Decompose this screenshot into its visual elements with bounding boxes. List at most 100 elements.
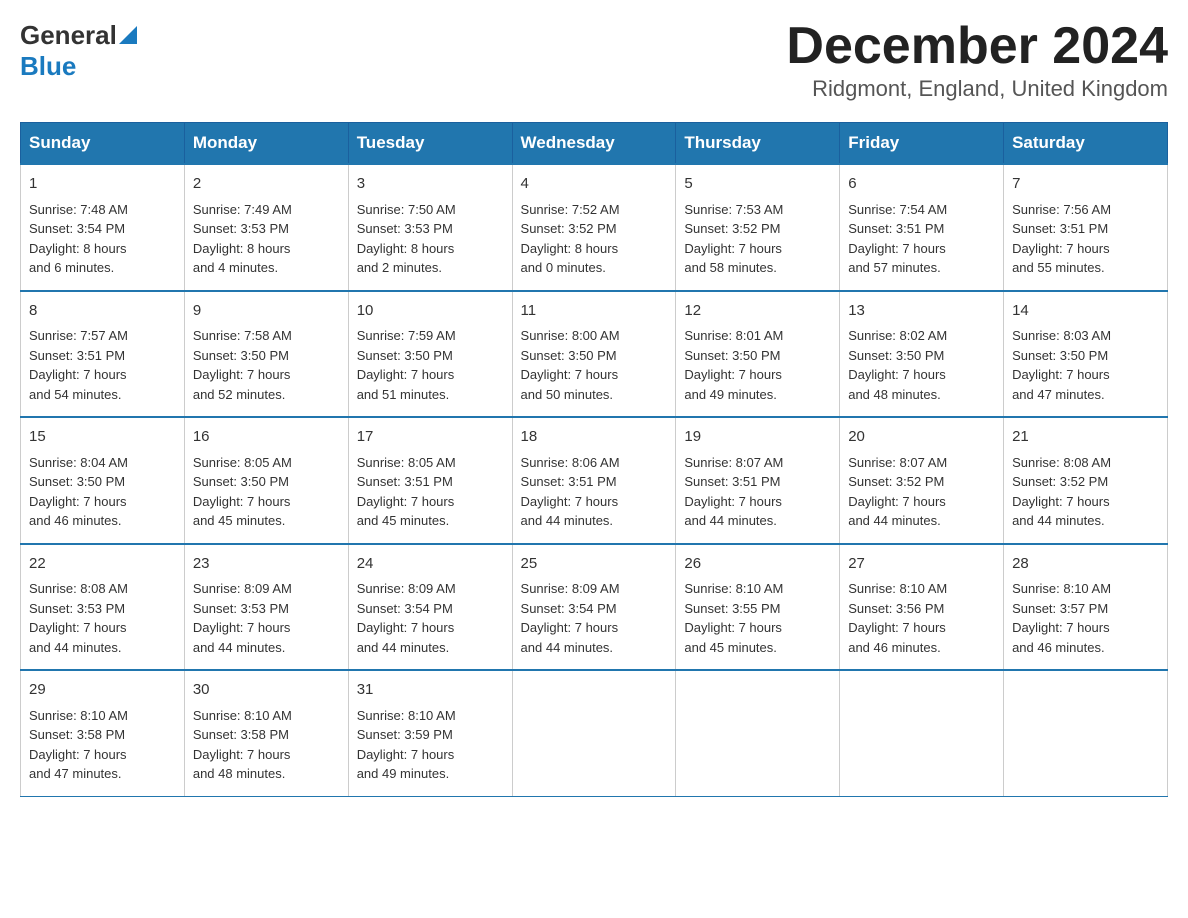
- calendar-day-cell: 7 Sunrise: 7:56 AMSunset: 3:51 PMDayligh…: [1004, 164, 1168, 291]
- calendar-day-cell: 10 Sunrise: 7:59 AMSunset: 3:50 PMDaylig…: [348, 291, 512, 418]
- day-info: Sunrise: 7:48 AMSunset: 3:54 PMDaylight:…: [29, 200, 176, 278]
- calendar-day-cell: 6 Sunrise: 7:54 AMSunset: 3:51 PMDayligh…: [840, 164, 1004, 291]
- calendar-day-cell: 3 Sunrise: 7:50 AMSunset: 3:53 PMDayligh…: [348, 164, 512, 291]
- weekday-header: Monday: [184, 123, 348, 165]
- day-info: Sunrise: 8:01 AMSunset: 3:50 PMDaylight:…: [684, 326, 831, 404]
- day-info: Sunrise: 8:07 AMSunset: 3:51 PMDaylight:…: [684, 453, 831, 531]
- day-number: 28: [1012, 553, 1159, 576]
- weekday-header-row: SundayMondayTuesdayWednesdayThursdayFrid…: [21, 123, 1168, 165]
- day-number: 8: [29, 300, 176, 323]
- day-info: Sunrise: 7:59 AMSunset: 3:50 PMDaylight:…: [357, 326, 504, 404]
- day-number: 29: [29, 679, 176, 702]
- calendar-day-cell: 27 Sunrise: 8:10 AMSunset: 3:56 PMDaylig…: [840, 544, 1004, 671]
- day-info: Sunrise: 8:10 AMSunset: 3:58 PMDaylight:…: [193, 706, 340, 784]
- day-number: 20: [848, 426, 995, 449]
- day-info: Sunrise: 8:05 AMSunset: 3:50 PMDaylight:…: [193, 453, 340, 531]
- calendar-week-row: 8 Sunrise: 7:57 AMSunset: 3:51 PMDayligh…: [21, 291, 1168, 418]
- day-number: 27: [848, 553, 995, 576]
- calendar-day-cell: [512, 670, 676, 796]
- day-number: 9: [193, 300, 340, 323]
- calendar-day-cell: 8 Sunrise: 7:57 AMSunset: 3:51 PMDayligh…: [21, 291, 185, 418]
- day-number: 19: [684, 426, 831, 449]
- day-number: 5: [684, 173, 831, 196]
- weekday-header: Wednesday: [512, 123, 676, 165]
- logo-blue-text: Blue: [20, 51, 76, 82]
- day-info: Sunrise: 7:57 AMSunset: 3:51 PMDaylight:…: [29, 326, 176, 404]
- location-subtitle: Ridgmont, England, United Kingdom: [786, 76, 1168, 102]
- day-info: Sunrise: 8:00 AMSunset: 3:50 PMDaylight:…: [521, 326, 668, 404]
- calendar-day-cell: 28 Sunrise: 8:10 AMSunset: 3:57 PMDaylig…: [1004, 544, 1168, 671]
- day-number: 23: [193, 553, 340, 576]
- calendar-day-cell: 18 Sunrise: 8:06 AMSunset: 3:51 PMDaylig…: [512, 417, 676, 544]
- calendar-day-cell: [1004, 670, 1168, 796]
- day-info: Sunrise: 7:58 AMSunset: 3:50 PMDaylight:…: [193, 326, 340, 404]
- calendar-day-cell: 4 Sunrise: 7:52 AMSunset: 3:52 PMDayligh…: [512, 164, 676, 291]
- day-info: Sunrise: 8:04 AMSunset: 3:50 PMDaylight:…: [29, 453, 176, 531]
- calendar-day-cell: 21 Sunrise: 8:08 AMSunset: 3:52 PMDaylig…: [1004, 417, 1168, 544]
- calendar-day-cell: [840, 670, 1004, 796]
- day-number: 12: [684, 300, 831, 323]
- day-info: Sunrise: 8:09 AMSunset: 3:53 PMDaylight:…: [193, 579, 340, 657]
- day-number: 18: [521, 426, 668, 449]
- calendar-day-cell: 17 Sunrise: 8:05 AMSunset: 3:51 PMDaylig…: [348, 417, 512, 544]
- calendar-day-cell: 13 Sunrise: 8:02 AMSunset: 3:50 PMDaylig…: [840, 291, 1004, 418]
- calendar-day-cell: 26 Sunrise: 8:10 AMSunset: 3:55 PMDaylig…: [676, 544, 840, 671]
- calendar-day-cell: [676, 670, 840, 796]
- day-info: Sunrise: 8:10 AMSunset: 3:59 PMDaylight:…: [357, 706, 504, 784]
- calendar-day-cell: 25 Sunrise: 8:09 AMSunset: 3:54 PMDaylig…: [512, 544, 676, 671]
- page-header: General Blue December 2024 Ridgmont, Eng…: [20, 20, 1168, 102]
- calendar-day-cell: 11 Sunrise: 8:00 AMSunset: 3:50 PMDaylig…: [512, 291, 676, 418]
- day-number: 16: [193, 426, 340, 449]
- day-info: Sunrise: 8:08 AMSunset: 3:53 PMDaylight:…: [29, 579, 176, 657]
- day-info: Sunrise: 8:10 AMSunset: 3:56 PMDaylight:…: [848, 579, 995, 657]
- day-info: Sunrise: 8:03 AMSunset: 3:50 PMDaylight:…: [1012, 326, 1159, 404]
- day-info: Sunrise: 8:07 AMSunset: 3:52 PMDaylight:…: [848, 453, 995, 531]
- day-info: Sunrise: 7:54 AMSunset: 3:51 PMDaylight:…: [848, 200, 995, 278]
- day-number: 3: [357, 173, 504, 196]
- day-number: 4: [521, 173, 668, 196]
- calendar-day-cell: 2 Sunrise: 7:49 AMSunset: 3:53 PMDayligh…: [184, 164, 348, 291]
- calendar-day-cell: 22 Sunrise: 8:08 AMSunset: 3:53 PMDaylig…: [21, 544, 185, 671]
- calendar-day-cell: 19 Sunrise: 8:07 AMSunset: 3:51 PMDaylig…: [676, 417, 840, 544]
- day-number: 10: [357, 300, 504, 323]
- day-number: 17: [357, 426, 504, 449]
- day-number: 1: [29, 173, 176, 196]
- day-info: Sunrise: 8:09 AMSunset: 3:54 PMDaylight:…: [521, 579, 668, 657]
- calendar-day-cell: 1 Sunrise: 7:48 AMSunset: 3:54 PMDayligh…: [21, 164, 185, 291]
- day-number: 13: [848, 300, 995, 323]
- calendar-day-cell: 29 Sunrise: 8:10 AMSunset: 3:58 PMDaylig…: [21, 670, 185, 796]
- day-number: 14: [1012, 300, 1159, 323]
- calendar-day-cell: 5 Sunrise: 7:53 AMSunset: 3:52 PMDayligh…: [676, 164, 840, 291]
- calendar-day-cell: 15 Sunrise: 8:04 AMSunset: 3:50 PMDaylig…: [21, 417, 185, 544]
- day-info: Sunrise: 8:09 AMSunset: 3:54 PMDaylight:…: [357, 579, 504, 657]
- day-number: 21: [1012, 426, 1159, 449]
- day-info: Sunrise: 8:02 AMSunset: 3:50 PMDaylight:…: [848, 326, 995, 404]
- day-number: 22: [29, 553, 176, 576]
- calendar-day-cell: 24 Sunrise: 8:09 AMSunset: 3:54 PMDaylig…: [348, 544, 512, 671]
- day-number: 2: [193, 173, 340, 196]
- day-info: Sunrise: 8:10 AMSunset: 3:58 PMDaylight:…: [29, 706, 176, 784]
- day-number: 31: [357, 679, 504, 702]
- day-info: Sunrise: 7:50 AMSunset: 3:53 PMDaylight:…: [357, 200, 504, 278]
- logo: General Blue: [20, 20, 137, 82]
- day-info: Sunrise: 7:52 AMSunset: 3:52 PMDaylight:…: [521, 200, 668, 278]
- day-number: 11: [521, 300, 668, 323]
- calendar-table: SundayMondayTuesdayWednesdayThursdayFrid…: [20, 122, 1168, 797]
- day-info: Sunrise: 8:05 AMSunset: 3:51 PMDaylight:…: [357, 453, 504, 531]
- day-number: 25: [521, 553, 668, 576]
- calendar-week-row: 15 Sunrise: 8:04 AMSunset: 3:50 PMDaylig…: [21, 417, 1168, 544]
- calendar-day-cell: 9 Sunrise: 7:58 AMSunset: 3:50 PMDayligh…: [184, 291, 348, 418]
- weekday-header: Thursday: [676, 123, 840, 165]
- day-number: 6: [848, 173, 995, 196]
- title-block: December 2024 Ridgmont, England, United …: [786, 20, 1168, 102]
- calendar-week-row: 1 Sunrise: 7:48 AMSunset: 3:54 PMDayligh…: [21, 164, 1168, 291]
- month-title: December 2024: [786, 20, 1168, 72]
- day-info: Sunrise: 8:08 AMSunset: 3:52 PMDaylight:…: [1012, 453, 1159, 531]
- day-info: Sunrise: 8:10 AMSunset: 3:57 PMDaylight:…: [1012, 579, 1159, 657]
- day-number: 7: [1012, 173, 1159, 196]
- calendar-day-cell: 14 Sunrise: 8:03 AMSunset: 3:50 PMDaylig…: [1004, 291, 1168, 418]
- calendar-week-row: 29 Sunrise: 8:10 AMSunset: 3:58 PMDaylig…: [21, 670, 1168, 796]
- day-number: 26: [684, 553, 831, 576]
- day-info: Sunrise: 7:56 AMSunset: 3:51 PMDaylight:…: [1012, 200, 1159, 278]
- calendar-day-cell: 20 Sunrise: 8:07 AMSunset: 3:52 PMDaylig…: [840, 417, 1004, 544]
